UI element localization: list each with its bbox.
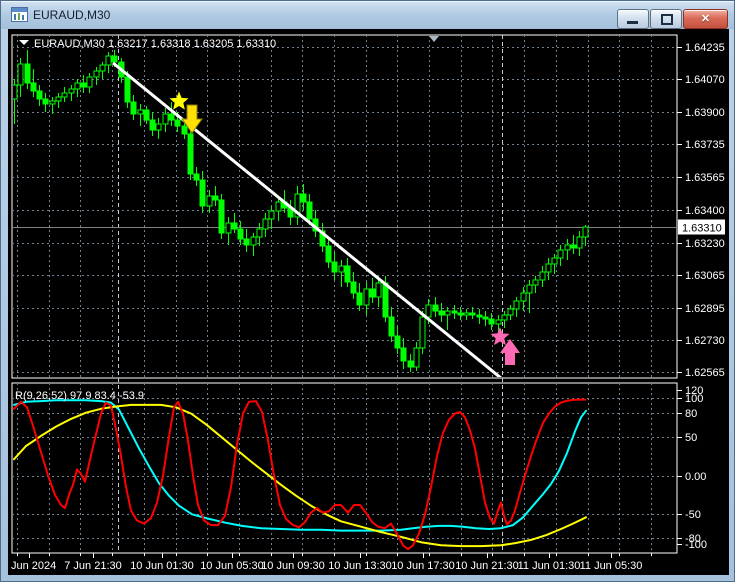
time-axis-label: 11 Jun 05:30 <box>580 560 643 572</box>
time-axis-label: 11 Jun 01:30 <box>518 560 581 572</box>
yellow-star-marker[interactable] <box>169 91 189 110</box>
minimize-icon <box>627 21 638 24</box>
time-axis-label: 7 Jun 2024 <box>8 560 56 572</box>
indicator-header: R(9,26,52) 97.9 83.4 -53.9 <box>15 390 144 402</box>
time-axis-label: 10 Jun 05:30 <box>200 560 264 572</box>
price-scale-label: 1.62895 <box>685 303 725 315</box>
window-titlebar[interactable]: EURAUD,M30 ✕ <box>1 1 734 29</box>
indicator-scale: 12010080500.00-50-80-100 <box>677 385 707 551</box>
price-scale: 1.64235 1.64070 1.63900 1.63735 1.63565 1.634… <box>677 42 725 379</box>
chart-window: EURAUD,M30 ✕ 1.64235 1.64070 1.63900 1.6373… <box>0 0 735 582</box>
time-axis-label: 10 Jun 17:30 <box>391 560 455 572</box>
price-scale-label: 1.62565 <box>685 367 725 379</box>
close-icon: ✕ <box>700 13 711 25</box>
close-button[interactable]: ✕ <box>683 9 728 29</box>
price-scale-label: 1.62730 <box>685 335 725 347</box>
oscillator-red-line <box>13 398 586 551</box>
time-axis: 7 Jun 2024 7 Jun 21:30 10 Jun 01:30 10 Jun … <box>2 553 652 572</box>
indicator-scale-label: 0.00 <box>685 471 706 483</box>
shift-triangle-icon <box>429 36 439 42</box>
pink-star-marker[interactable] <box>490 327 510 346</box>
price-scale-label: 1.63565 <box>685 172 725 184</box>
price-scale-label: 1.63400 <box>685 205 725 217</box>
time-axis-label: 10 Jun 01:30 <box>130 560 194 572</box>
current-price-box: 1.63310 <box>678 219 725 235</box>
time-axis-label: 10 Jun 21:30 <box>455 560 519 572</box>
indicator-scale-label: -100 <box>685 539 707 551</box>
chart-canvas[interactable]: 1.64235 1.64070 1.63900 1.63735 1.63565 1.634… <box>2 29 729 575</box>
time-axis-label: 7 Jun 21:30 <box>64 560 122 572</box>
price-scale-label: 1.64070 <box>685 74 725 86</box>
current-price-value: 1.63310 <box>682 223 722 235</box>
oscillator-lines <box>13 398 587 551</box>
time-axis-label: 10 Jun 13:30 <box>328 560 392 572</box>
grid-lines <box>12 35 677 553</box>
chart-app-icon <box>11 7 28 22</box>
restore-icon <box>661 14 673 25</box>
maximize-button[interactable] <box>650 9 682 29</box>
chart-client-area: 1.64235 1.64070 1.63900 1.63735 1.63565 1.634… <box>2 29 729 575</box>
ohlc-header: EURAUD,M30 1.63217 1.63318 1.63205 1.633… <box>34 38 276 50</box>
price-scale-label: 1.63065 <box>685 270 725 282</box>
trendline-object[interactable] <box>112 61 502 378</box>
indicator-scale-label: -50 <box>685 509 701 521</box>
indicator-scale-label: 80 <box>685 408 697 420</box>
minimize-button[interactable] <box>617 9 649 29</box>
chart-shift-marker[interactable] <box>429 36 439 42</box>
chart-headers: EURAUD,M30 1.63217 1.63318 1.63205 1.633… <box>15 38 276 402</box>
price-scale-label: 1.63735 <box>685 139 725 151</box>
indicator-scale-label: 100 <box>685 393 703 405</box>
symbol-dropdown-icon[interactable] <box>19 40 29 45</box>
indicator-scale-label: 50 <box>685 432 697 444</box>
price-scale-label: 1.64235 <box>685 42 725 54</box>
oscillator-yellow-line <box>13 403 587 548</box>
time-axis-label: 10 Jun 09:30 <box>261 560 325 572</box>
price-scale-label: 1.63900 <box>685 107 725 119</box>
window-title: EURAUD,M30 <box>33 8 111 22</box>
price-scale-label: 1.63230 <box>685 238 725 250</box>
